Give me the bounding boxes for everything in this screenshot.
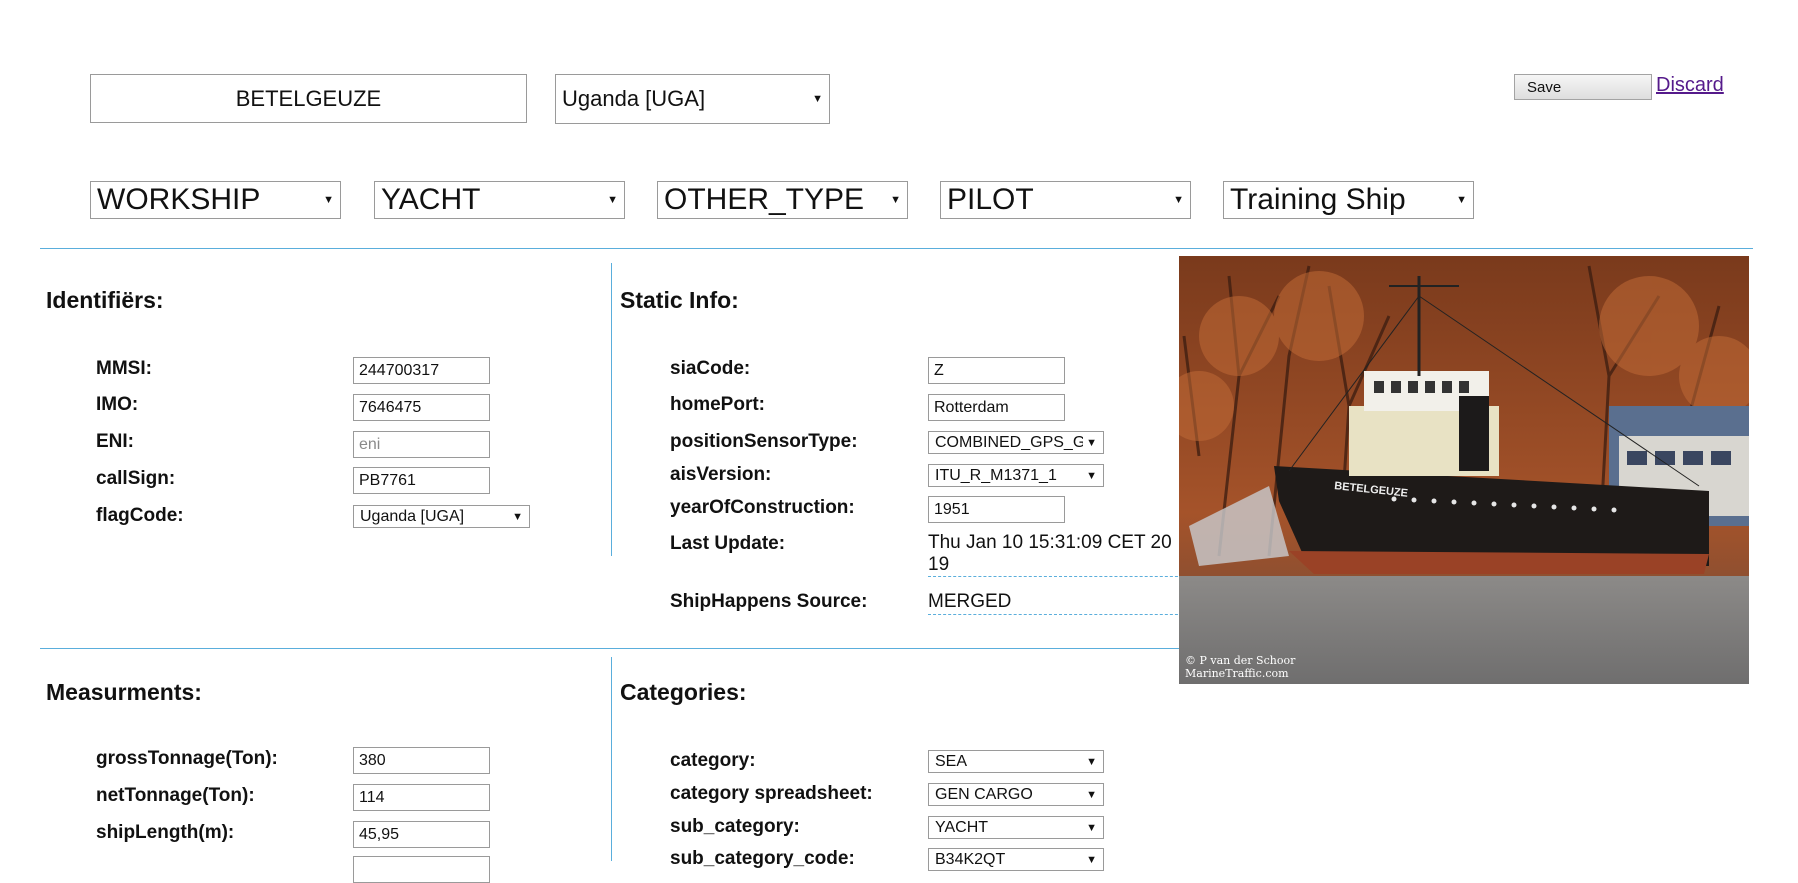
dropdown-arrow-icon: ▼	[890, 194, 901, 206]
callsign-input[interactable]: PB7761	[353, 467, 490, 494]
flagcode-label: flagCode:	[96, 505, 184, 526]
type-select-4[interactable]: PILOT ▼	[940, 181, 1191, 219]
dropdown-arrow-icon: ▼	[1086, 788, 1097, 801]
ship-length-label: shipLength(m):	[96, 822, 235, 843]
year-of-construction-label: yearOfConstruction:	[670, 497, 855, 518]
dropdown-arrow-icon: ▼	[1086, 436, 1097, 449]
flagcode-select[interactable]: Uganda [UGA] ▼	[353, 505, 530, 528]
dropdown-arrow-icon: ▼	[512, 510, 523, 523]
column-divider-bottom	[611, 657, 612, 861]
dropdown-arrow-icon: ▼	[1173, 194, 1184, 206]
photo-credit-line1: © P van der Schoor	[1185, 654, 1296, 667]
type-select-3-value: OTHER_TYPE	[664, 183, 865, 216]
discard-link[interactable]: Discard	[1656, 74, 1724, 97]
mmsi-input[interactable]: 244700317	[353, 357, 490, 384]
ship-photo: BETELGEUZE © P van der Schoor MarineTraf…	[1179, 256, 1749, 684]
type-select-1-value: WORKSHIP	[97, 183, 261, 216]
category-select[interactable]: SEA ▼	[928, 750, 1104, 773]
homeport-input[interactable]: Rotterdam	[928, 394, 1065, 421]
category-value: SEA	[935, 752, 968, 770]
dropdown-arrow-icon: ▼	[1086, 853, 1097, 866]
dropdown-arrow-icon: ▼	[1086, 469, 1097, 482]
gross-tonnage-label: grossTonnage(Ton):	[96, 748, 278, 769]
sub-category-code-value: B34K2QT	[935, 850, 1006, 868]
siacode-input[interactable]: Z	[928, 357, 1065, 384]
last-update-value: Thu Jan 10 15:31:09 CET 20 19	[928, 532, 1188, 577]
eni-label: ENI:	[96, 431, 134, 452]
last-update-value-line2: 19	[928, 554, 950, 575]
identifiers-heading: Identifiërs:	[46, 287, 164, 313]
ais-version-select[interactable]: ITU_R_M1371_1 ▼	[928, 464, 1104, 487]
type-select-5[interactable]: Training Ship ▼	[1223, 181, 1474, 219]
sub-category-code-label: sub_category_code:	[670, 848, 855, 869]
dropdown-arrow-icon: ▼	[1456, 194, 1467, 206]
section-divider-top	[40, 248, 1753, 249]
position-sensor-select[interactable]: COMBINED_GPS_GLONASS ▼	[928, 431, 1104, 454]
type-select-4-value: PILOT	[947, 183, 1034, 216]
position-sensor-value: COMBINED_GPS_GLONASS	[935, 433, 1083, 451]
sub-category-select[interactable]: YACHT ▼	[928, 816, 1104, 839]
net-tonnage-label: netTonnage(Ton):	[96, 785, 255, 806]
source-value: MERGED	[928, 590, 1188, 615]
type-select-1[interactable]: WORKSHIP ▼	[90, 181, 341, 219]
measurements-heading: Measurments:	[46, 679, 202, 705]
ship-photo-illustration: BETELGEUZE	[1179, 256, 1749, 684]
section-divider-middle	[40, 648, 1180, 649]
last-update-value-line1: Thu Jan 10 15:31:09 CET 20	[928, 532, 1172, 553]
type-select-5-value: Training Ship	[1230, 183, 1406, 216]
sub-category-code-select[interactable]: B34K2QT ▼	[928, 848, 1104, 871]
type-select-3[interactable]: OTHER_TYPE ▼	[657, 181, 908, 219]
dropdown-arrow-icon: ▼	[607, 194, 618, 206]
net-tonnage-input[interactable]: 114	[353, 784, 490, 811]
category-spreadsheet-label: category spreadsheet:	[670, 783, 873, 804]
photo-credit-line2: MarineTraffic.com	[1185, 667, 1289, 680]
column-divider-top	[611, 263, 612, 556]
siacode-label: siaCode:	[670, 358, 751, 379]
year-of-construction-input[interactable]: 1951	[928, 496, 1065, 523]
flagcode-select-value: Uganda [UGA]	[360, 507, 465, 525]
sub-category-value: YACHT	[935, 818, 989, 836]
last-update-label: Last Update:	[670, 533, 786, 554]
dropdown-arrow-icon: ▼	[1086, 755, 1097, 768]
category-label: category:	[670, 750, 756, 771]
imo-input[interactable]: 7646475	[353, 394, 490, 421]
type-select-2-value: YACHT	[381, 183, 481, 216]
sub-category-label: sub_category:	[670, 816, 800, 837]
ais-version-value: ITU_R_M1371_1	[935, 466, 1057, 484]
static-info-heading: Static Info:	[620, 287, 739, 313]
dropdown-arrow-icon: ▼	[1086, 821, 1097, 834]
homeport-label: homePort:	[670, 394, 765, 415]
country-select-value: Uganda [UGA]	[562, 86, 706, 111]
eni-input[interactable]: eni	[353, 431, 490, 458]
mmsi-label: MMSI:	[96, 358, 152, 379]
categories-heading: Categories:	[620, 679, 747, 705]
ship-name-field[interactable]: BETELGEUZE	[90, 74, 527, 123]
position-sensor-label: positionSensorType:	[670, 431, 858, 452]
ship-length-input[interactable]: 45,95	[353, 821, 490, 848]
dropdown-arrow-icon: ▼	[812, 93, 823, 105]
dropdown-arrow-icon: ▼	[323, 194, 334, 206]
photo-credit: © P van der Schoor MarineTraffic.com	[1185, 654, 1295, 680]
callsign-label: callSign:	[96, 468, 176, 489]
ais-version-label: aisVersion:	[670, 464, 772, 485]
save-button[interactable]: Save	[1514, 74, 1652, 100]
category-spreadsheet-select[interactable]: GEN CARGO ▼	[928, 783, 1104, 806]
next-measurement-input[interactable]	[353, 856, 490, 883]
category-spreadsheet-value: GEN CARGO	[935, 785, 1033, 803]
country-select[interactable]: Uganda [UGA] ▼	[555, 74, 830, 124]
source-label: ShipHappens Source:	[670, 591, 868, 612]
gross-tonnage-input[interactable]: 380	[353, 747, 490, 774]
imo-label: IMO:	[96, 394, 139, 415]
type-select-2[interactable]: YACHT ▼	[374, 181, 625, 219]
